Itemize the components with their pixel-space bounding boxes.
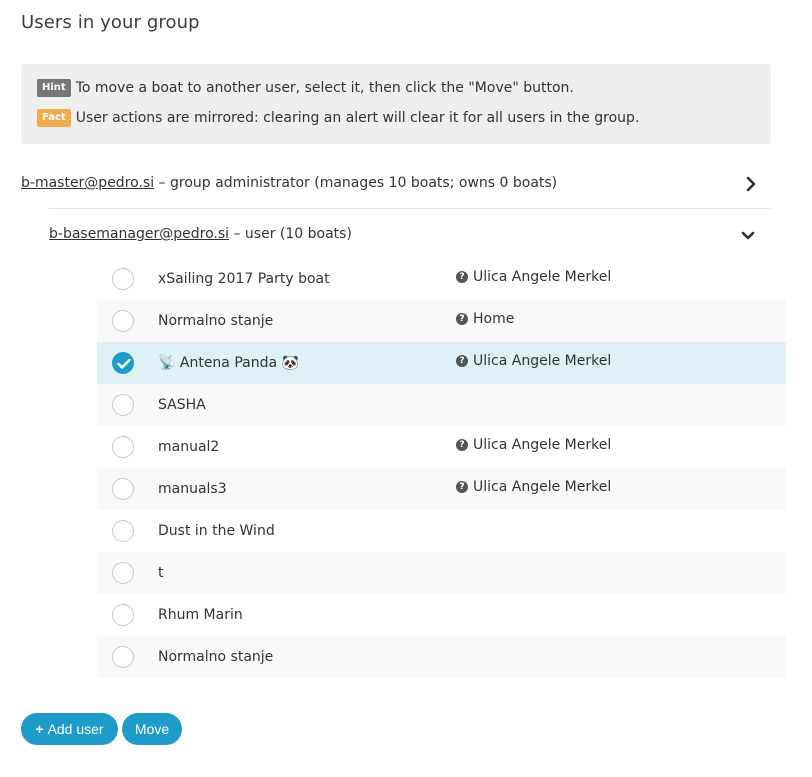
boat-name: manual2 <box>158 439 220 455</box>
boat-location: ? Ulica Angele Merkel <box>456 437 611 453</box>
boat-row-selected[interactable]: 📡 Antena Panda 🐼 ? Ulica Angele Merkel <box>97 342 786 384</box>
boat-radio[interactable] <box>112 646 134 668</box>
boat-radio[interactable] <box>112 310 134 332</box>
boat-location: ? Ulica Angele Merkel <box>456 353 611 369</box>
add-user-label: Add user <box>47 721 104 737</box>
move-button[interactable]: Move <box>122 713 182 745</box>
info-box: Hint To move a boat to another user, sel… <box>21 64 771 144</box>
boat-location: ? Ulica Angele Merkel <box>456 479 611 495</box>
question-circle-icon: ? <box>456 439 468 451</box>
user-row-manager[interactable]: b-basemanager@pedro.si – user (10 boats) <box>49 226 352 242</box>
question-circle-icon: ? <box>456 481 468 493</box>
boat-radio[interactable] <box>112 604 134 626</box>
manager-role-text: – user (10 boats) <box>229 226 352 242</box>
boat-location-text: Ulica Angele Merkel <box>473 269 612 285</box>
boat-name: Dust in the Wind <box>158 523 275 539</box>
boat-radio[interactable] <box>112 268 134 290</box>
boat-row[interactable]: manual2 ? Ulica Angele Merkel <box>97 426 786 468</box>
move-label: Move <box>134 721 170 737</box>
boat-radio[interactable] <box>112 520 134 542</box>
boat-name: SASHA <box>158 397 206 413</box>
fact-badge: Fact <box>37 109 71 127</box>
plus-icon: + <box>35 721 44 737</box>
hint-badge: Hint <box>37 79 71 97</box>
boat-name: Normalno stanje <box>158 313 274 329</box>
fact-line: Fact User actions are mirrored: clearing… <box>37 109 639 127</box>
boat-list: xSailing 2017 Party boat ? Ulica Angele M… <box>97 258 786 678</box>
boat-radio[interactable] <box>112 436 134 458</box>
boat-name: xSailing 2017 Party boat <box>158 271 330 287</box>
boat-location-text: Ulica Angele Merkel <box>473 437 612 453</box>
question-circle-icon: ? <box>456 271 468 283</box>
boat-row[interactable]: Rhum Marin <box>97 594 786 636</box>
admin-email-link[interactable]: b-master@pedro.si <box>21 175 154 191</box>
boat-row[interactable]: xSailing 2017 Party boat ? Ulica Angele M… <box>97 258 786 300</box>
boat-row[interactable]: Dust in the Wind <box>97 510 786 552</box>
boat-name: Normalno stanje <box>158 649 274 665</box>
chevron-right-icon[interactable] <box>743 176 759 192</box>
boat-radio[interactable] <box>112 562 134 584</box>
admin-role-text: – group administrator (manages 10 boats;… <box>154 175 558 191</box>
question-circle-icon: ? <box>456 313 468 325</box>
page-title: Users in your group <box>21 12 200 33</box>
boat-location: ? Ulica Angele Merkel <box>456 269 611 285</box>
check-icon <box>117 358 131 369</box>
fact-text: User actions are mirrored: clearing an a… <box>75 110 640 126</box>
boat-row[interactable]: Normalno stanje <box>97 636 786 678</box>
boat-row[interactable]: Normalno stanje ? Home <box>97 300 786 342</box>
boat-name: manuals3 <box>158 481 227 497</box>
boat-location-text: Ulica Angele Merkel <box>473 353 612 369</box>
boat-radio[interactable] <box>112 478 134 500</box>
boat-location-text: Ulica Angele Merkel <box>473 479 612 495</box>
boat-name: Rhum Marin <box>158 607 243 623</box>
boat-row[interactable]: t <box>97 552 786 594</box>
boat-name: t <box>158 565 164 581</box>
boat-location: ? Home <box>456 311 514 327</box>
boat-row[interactable]: SASHA <box>97 384 786 426</box>
boat-name: 📡 Antena Panda 🐼 <box>158 355 299 371</box>
hint-text: To move a boat to another user, select i… <box>75 80 574 96</box>
boat-location-text: Home <box>473 311 515 327</box>
user-row-admin[interactable]: b-master@pedro.si – group administrator … <box>21 175 557 191</box>
question-circle-icon: ? <box>456 355 468 367</box>
hint-line: Hint To move a boat to another user, sel… <box>37 79 574 97</box>
boat-row[interactable]: manuals3 ? Ulica Angele Merkel <box>97 468 786 510</box>
divider <box>49 208 771 209</box>
chevron-down-icon[interactable] <box>740 228 756 244</box>
add-user-button[interactable]: + Add user <box>21 713 118 745</box>
manager-email-link[interactable]: b-basemanager@pedro.si <box>49 226 229 242</box>
boat-radio-checked[interactable] <box>112 352 134 374</box>
boat-radio[interactable] <box>112 394 134 416</box>
